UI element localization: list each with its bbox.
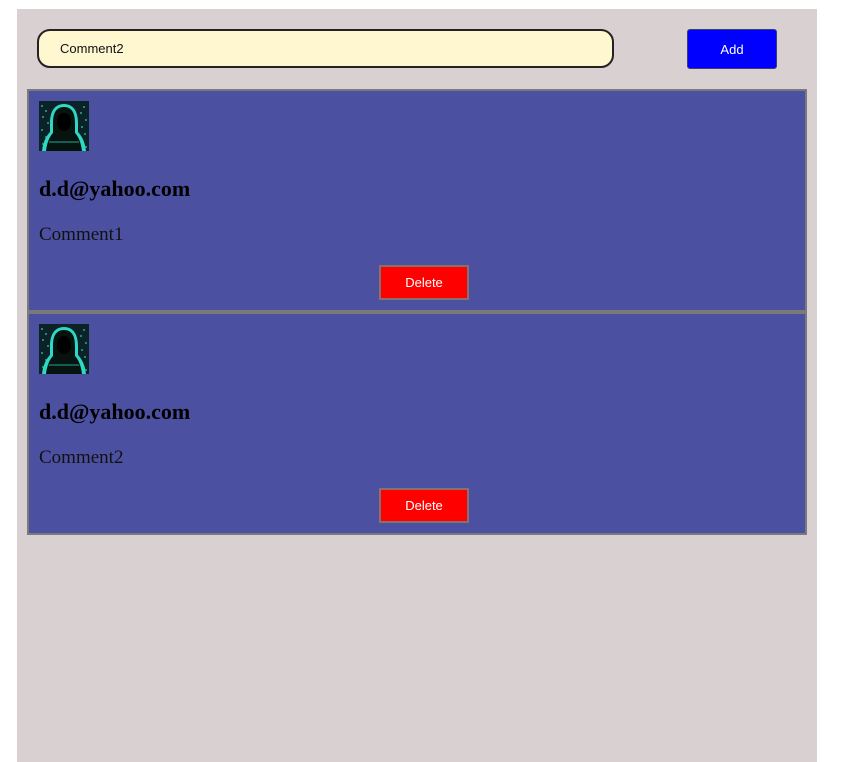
comment-text: Comment1 <box>39 224 124 245</box>
hooded-hacker-avatar-icon <box>39 324 89 374</box>
hooded-hacker-avatar-icon <box>39 101 89 151</box>
comment-card: d.d@yahoo.com Comment1 Delete <box>27 89 807 312</box>
delete-button[interactable]: Delete <box>379 488 469 523</box>
delete-button[interactable]: Delete <box>379 265 469 300</box>
comment-card: d.d@yahoo.com Comment2 Delete <box>27 312 807 535</box>
comment-author-email: d.d@yahoo.com <box>39 176 191 201</box>
comments-page: Add d.d@yahoo.com <box>17 9 817 762</box>
comment-author-email: d.d@yahoo.com <box>39 399 191 424</box>
comment-text: Comment2 <box>39 447 124 468</box>
comment-input[interactable] <box>37 29 614 68</box>
comment-list: d.d@yahoo.com Comment1 Delete d.d@yahoo.… <box>27 89 807 535</box>
add-button[interactable]: Add <box>687 29 777 69</box>
